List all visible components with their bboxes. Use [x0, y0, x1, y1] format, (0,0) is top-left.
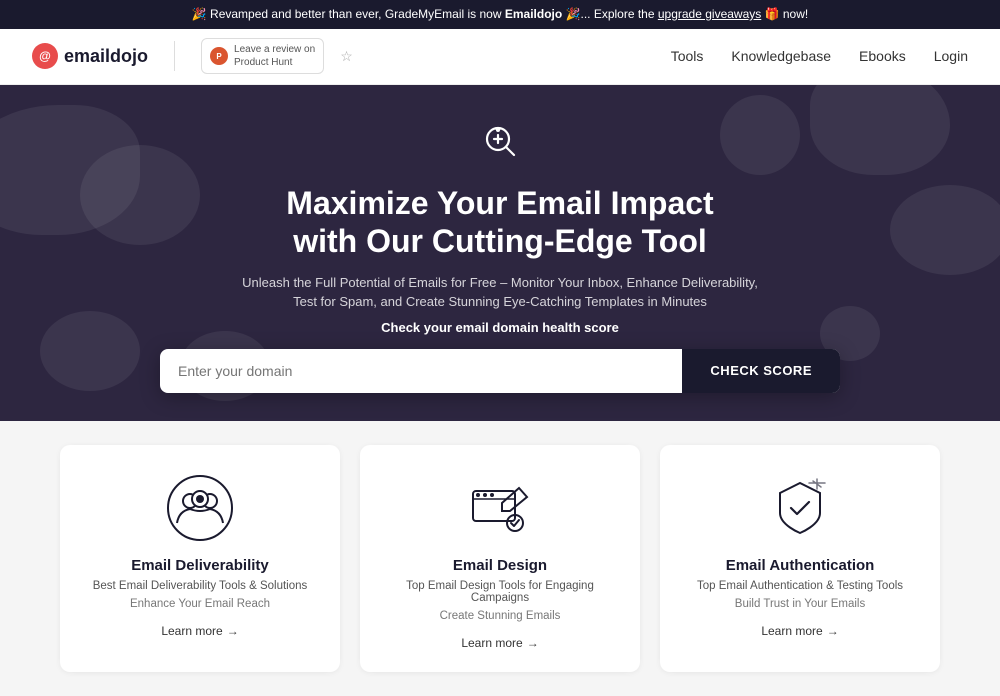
domain-input[interactable]: [160, 349, 682, 393]
banner-text-before: 🎉 Revamped and better than ever, GradeMy…: [192, 7, 505, 21]
hero-title: Maximize Your Email Impact with Our Cutt…: [20, 184, 980, 261]
authentication-icon: [765, 473, 835, 543]
logo[interactable]: @ emaildojo: [32, 43, 148, 69]
hero-title-line1: Maximize Your Email Impact: [286, 185, 713, 221]
hero-cta-text: Check your email domain health score: [20, 320, 980, 335]
logo-text: emaildojo: [64, 46, 148, 67]
banner-text-after: 🎉... Explore the: [562, 7, 658, 21]
check-score-button[interactable]: CHECK SCORE: [682, 349, 840, 393]
product-hunt-badge[interactable]: P Leave a review onProduct Hunt: [201, 38, 324, 74]
card-deliverability-subdesc: Enhance Your Email Reach: [84, 598, 316, 610]
nav-login[interactable]: Login: [934, 48, 968, 64]
hero-subtitle: Unleash the Full Potential of Emails for…: [240, 273, 760, 312]
card-authentication-title: Email Authentication: [684, 557, 916, 574]
card-authentication: Email Authentication Top Email Authentic…: [660, 445, 940, 672]
star-icon: ☆: [340, 48, 353, 65]
product-hunt-icon: P: [210, 47, 228, 65]
card-deliverability: Email Deliverability Best Email Delivera…: [60, 445, 340, 672]
main-nav: Tools Knowledgebase Ebooks Login: [671, 48, 968, 64]
banner-brand-name: Emaildojo: [505, 7, 562, 21]
nav-ebooks[interactable]: Ebooks: [859, 48, 906, 64]
hero-title-line2: with Our Cutting-Edge Tool: [293, 223, 707, 259]
card-deliverability-desc: Best Email Deliverability Tools & Soluti…: [84, 580, 316, 592]
card-deliverability-learn-more[interactable]: Learn more: [161, 624, 238, 638]
hero-icon: [20, 121, 980, 170]
card-design-subdesc: Create Stunning Emails: [384, 610, 616, 622]
header-divider: [174, 41, 175, 71]
logo-area: @ emaildojo P Leave a review onProduct H…: [32, 38, 353, 74]
logo-icon: @: [32, 43, 58, 69]
nav-knowledgebase[interactable]: Knowledgebase: [731, 48, 831, 64]
card-authentication-desc: Top Email Authentication & Testing Tools: [684, 580, 916, 592]
card-authentication-subdesc: Build Trust in Your Emails: [684, 598, 916, 610]
feature-cards-section: Email Deliverability Best Email Delivera…: [0, 421, 1000, 696]
card-design: Email Design Top Email Design Tools for …: [360, 445, 640, 672]
card-authentication-learn-more[interactable]: Learn more: [761, 624, 838, 638]
card-design-title: Email Design: [384, 557, 616, 574]
nav-tools[interactable]: Tools: [671, 48, 704, 64]
card-deliverability-title: Email Deliverability: [84, 557, 316, 574]
domain-search-bar: CHECK SCORE: [160, 349, 840, 393]
deliverability-icon: [165, 473, 235, 543]
header: @ emaildojo P Leave a review onProduct H…: [0, 29, 1000, 85]
card-design-learn-more[interactable]: Learn more: [461, 636, 538, 650]
banner-text-end: 🎁 now!: [761, 7, 808, 21]
product-hunt-label: Leave a review onProduct Hunt: [234, 43, 315, 69]
hero-section: Maximize Your Email Impact with Our Cutt…: [0, 85, 1000, 421]
card-design-desc: Top Email Design Tools for Engaging Camp…: [384, 580, 616, 604]
design-icon: [465, 473, 535, 543]
upgrade-giveaways-link[interactable]: upgrade giveaways: [658, 7, 761, 21]
top-banner: 🎉 Revamped and better than ever, GradeMy…: [0, 0, 1000, 29]
